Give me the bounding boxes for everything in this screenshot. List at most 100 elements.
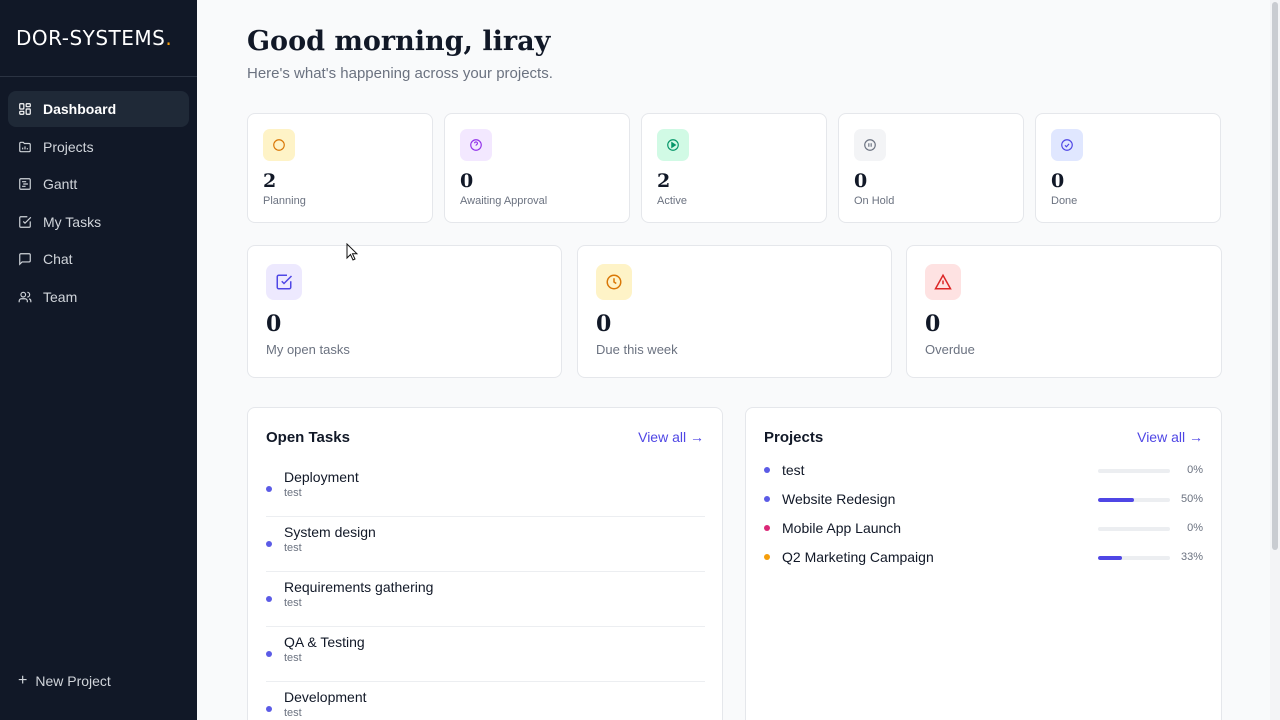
status-count: 0 — [1051, 170, 1065, 192]
checkbox-icon — [266, 264, 302, 300]
task-name: System design — [284, 524, 376, 540]
project-dot — [764, 467, 770, 473]
play-icon — [657, 129, 689, 161]
folder-icon — [18, 140, 32, 154]
project-progress-fill — [1098, 556, 1122, 560]
dashboard-icon — [18, 102, 32, 116]
summary-count: 0 — [266, 311, 282, 337]
page-scrollbar[interactable] — [1270, 0, 1280, 720]
summary-card-overdue[interactable]: 0 Overdue — [906, 245, 1222, 378]
pause-icon — [854, 129, 886, 161]
sidebar-item-chat[interactable]: Chat — [8, 241, 189, 277]
task-item[interactable]: Development test — [266, 683, 705, 720]
clock-icon — [596, 264, 632, 300]
status-card-on-hold[interactable]: 0 On Hold — [838, 113, 1024, 223]
projects-title: Projects — [764, 429, 824, 446]
sidebar-nav: Dashboard Projects Gantt My Tasks Chat T… — [0, 77, 197, 315]
task-item[interactable]: System design test — [266, 518, 705, 572]
status-count: 0 — [854, 170, 868, 192]
status-card-planning[interactable]: 2 Planning — [247, 113, 433, 223]
task-item[interactable]: Requirements gathering test — [266, 573, 705, 627]
summary-card-due-this-week[interactable]: 0 Due this week — [577, 245, 892, 378]
open-tasks-title: Open Tasks — [266, 429, 350, 446]
task-item[interactable]: QA & Testing test — [266, 628, 705, 682]
project-row[interactable]: Q2 Marketing Campaign 33% — [764, 548, 1203, 568]
task-project: test — [284, 707, 302, 719]
project-row[interactable]: Mobile App Launch 0% — [764, 519, 1203, 539]
summary-label: Overdue — [925, 342, 975, 357]
sidebar-item-gantt[interactable]: Gantt — [8, 166, 189, 202]
new-project-button[interactable]: + New Project — [18, 672, 111, 690]
project-progress-bar — [1098, 469, 1170, 473]
summary-count: 0 — [925, 311, 941, 337]
status-label: Planning — [263, 195, 306, 207]
task-dot — [266, 541, 272, 547]
sidebar-item-projects[interactable]: Projects — [8, 129, 189, 165]
projects-view-all-link[interactable]: View all → — [1137, 429, 1203, 445]
project-percent: 50% — [1180, 493, 1203, 505]
scrollbar-thumb[interactable] — [1272, 2, 1278, 550]
task-project: test — [284, 652, 302, 664]
plus-icon: + — [18, 672, 28, 689]
project-progress-bar — [1098, 527, 1170, 531]
alert-icon — [925, 264, 961, 300]
brand-dot: . — [165, 26, 173, 50]
project-row[interactable]: Website Redesign 50% — [764, 490, 1203, 510]
new-project-label: New Project — [35, 673, 111, 689]
sidebar-item-label: Dashboard — [43, 101, 117, 117]
project-percent: 0% — [1187, 464, 1203, 476]
task-name: QA & Testing — [284, 634, 365, 650]
status-card-active[interactable]: 2 Active — [641, 113, 827, 223]
open-tasks-view-all-link[interactable]: View all → — [638, 429, 704, 445]
sidebar: DOR-SYSTEMS. Dashboard Projects Gantt My… — [0, 0, 197, 720]
task-project: test — [284, 597, 302, 609]
project-name: Website Redesign — [782, 491, 896, 507]
status-label: Active — [657, 195, 687, 207]
gantt-icon — [18, 177, 32, 191]
task-project: test — [284, 542, 302, 554]
status-label: Awaiting Approval — [460, 195, 548, 207]
summary-label: My open tasks — [266, 342, 350, 357]
project-name: test — [782, 462, 805, 478]
project-row[interactable]: test 0% — [764, 461, 1203, 481]
task-name: Requirements gathering — [284, 579, 434, 595]
question-icon — [460, 129, 492, 161]
sidebar-item-label: My Tasks — [43, 213, 102, 230]
brand-name: DOR-SYSTEMS — [16, 26, 166, 50]
status-label: Done — [1051, 195, 1078, 207]
open-tasks-panel: Open Tasks View all → Deployment test Sy… — [247, 407, 723, 720]
sidebar-item-label: Projects — [43, 138, 94, 155]
project-name: Mobile App Launch — [782, 520, 902, 536]
users-icon — [18, 290, 32, 304]
task-dot — [266, 596, 272, 602]
task-name: Development — [284, 689, 367, 705]
sidebar-item-label: Chat — [43, 251, 73, 268]
chat-icon — [18, 252, 32, 267]
sidebar-item-label: Team — [43, 288, 78, 305]
project-percent: 33% — [1180, 551, 1203, 563]
brand-logo[interactable]: DOR-SYSTEMS. — [0, 0, 197, 77]
task-project: test — [284, 487, 302, 499]
sidebar-item-team[interactable]: Team — [8, 279, 189, 315]
task-item[interactable]: Deployment test — [266, 463, 705, 517]
sidebar-item-dashboard[interactable]: Dashboard — [8, 91, 189, 127]
project-percent: 0% — [1187, 522, 1203, 534]
task-dot — [266, 651, 272, 657]
status-card-done[interactable]: 0 Done — [1035, 113, 1221, 223]
page-subtitle: Here's what's happening across your proj… — [247, 65, 553, 82]
summary-card-my-open-tasks[interactable]: 0 My open tasks — [247, 245, 562, 378]
check-circle-icon — [1051, 129, 1083, 161]
project-dot — [764, 525, 770, 531]
summary-label: Due this week — [596, 342, 678, 357]
sidebar-item-my-tasks[interactable]: My Tasks — [8, 204, 189, 240]
check-square-icon — [18, 215, 32, 229]
page-title: Good morning, liray — [247, 26, 551, 57]
main-content: Good morning, liray Here's what's happen… — [197, 0, 1270, 720]
project-progress-bar — [1098, 498, 1170, 502]
project-progress-bar — [1098, 556, 1170, 560]
project-name: Q2 Marketing Campaign — [782, 549, 934, 565]
circle-icon — [263, 129, 295, 161]
project-dot — [764, 496, 770, 502]
status-card-awaiting-approval[interactable]: 0 Awaiting Approval — [444, 113, 630, 223]
status-count: 2 — [657, 170, 671, 192]
